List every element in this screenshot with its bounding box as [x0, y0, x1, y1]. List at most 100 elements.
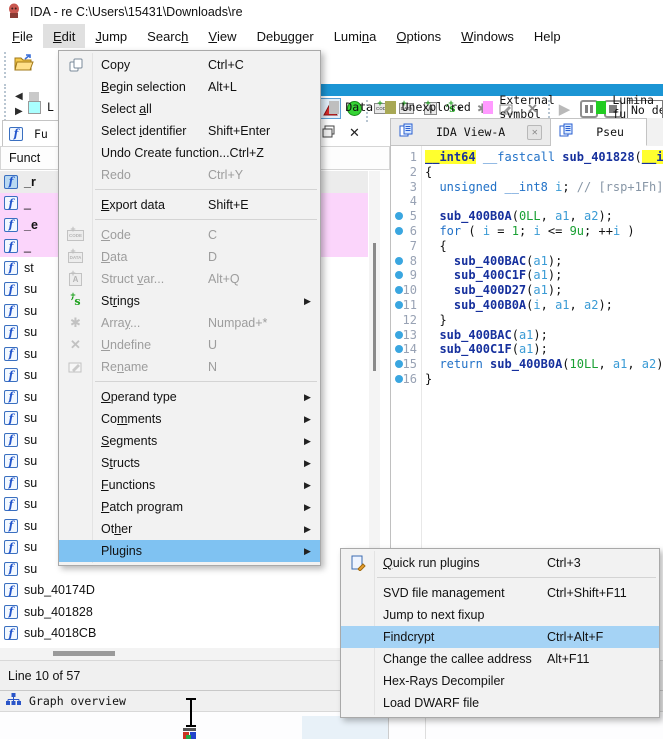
menu-item-label: Strings — [92, 294, 208, 308]
menu-item-label: Hex-Rays Decompiler — [374, 674, 547, 688]
toolbar-grip-2[interactable] — [4, 84, 6, 124]
close-tab-icon[interactable]: ✕ — [527, 125, 542, 140]
open-file-button[interactable] — [13, 52, 35, 74]
plugins-menu-item-svd-file-management[interactable]: SVD file managementCtrl+Shift+F11 — [341, 582, 659, 604]
menu-options[interactable]: Options — [386, 24, 451, 48]
code-line-16[interactable]: 16} — [391, 372, 663, 387]
code-text: return sub_400B0A(10LL, a1, a2); — [425, 357, 663, 372]
code-line-11[interactable]: 11 sub_400B0A(i, a1, a2); — [391, 298, 663, 313]
function-name: su — [24, 562, 37, 576]
line-number: 2 — [391, 165, 417, 180]
code-line-13[interactable]: 13 sub_400BAC(a1); — [391, 328, 663, 343]
function-row[interactable]: fsub_401828 — [0, 601, 368, 623]
line-number: 4 — [391, 194, 417, 209]
function-row[interactable]: fsub_4018CB — [0, 623, 368, 645]
edit-menu-item-segments[interactable]: Segments▶ — [59, 430, 320, 452]
code-line-15[interactable]: 15 return sub_400B0A(10LL, a1, a2); — [391, 357, 663, 372]
code-text: unsigned __int8 i; // [rsp+1Fh] — [425, 180, 663, 195]
functions-vscrollbar-thumb[interactable] — [373, 243, 376, 371]
code-text: { — [425, 165, 432, 180]
function-name: su — [24, 454, 37, 468]
edit-menu-item-functions[interactable]: Functions▶ — [59, 474, 320, 496]
function-name: st — [24, 261, 34, 275]
bottom-divider-2 — [425, 716, 426, 739]
array-icon: ✱ — [59, 315, 92, 331]
edit-menu-item-strings[interactable]: ’s+Strings▶ — [59, 290, 320, 312]
function-icon: f — [4, 454, 18, 468]
menu-item-label: Export data — [92, 198, 208, 212]
menu-search[interactable]: Search — [137, 24, 198, 48]
menu-help[interactable]: Help — [524, 24, 571, 48]
plugins-submenu: Quick run pluginsCtrl+3 SVD file manageme… — [340, 548, 660, 718]
edit-menu-item-structs[interactable]: Structs▶ — [59, 452, 320, 474]
edit-menu-item-plugins[interactable]: Plugins▶ — [59, 540, 320, 562]
code-line-1[interactable]: 1__int64 __fastcall sub_401828(__in — [391, 150, 663, 165]
tab-ida-view-a[interactable]: IDA View-A ✕ — [391, 118, 551, 146]
edit-menu-item-select-all[interactable]: Select all — [59, 98, 320, 120]
legend-row: ionDataUnexploredExternal symbolLumina f… — [296, 99, 663, 115]
plugins-menu-item-findcrypt[interactable]: FindcryptCtrl+Alt+F — [341, 626, 659, 648]
plugins-menu-item-hex-rays-decompiler[interactable]: Hex-Rays Decompiler — [341, 670, 659, 692]
plugins-menu-item-jump-to-next-fixup[interactable]: Jump to next fixup — [341, 604, 659, 626]
function-icon: f — [4, 519, 18, 533]
forward-arrow-icon[interactable]: ▶ — [15, 106, 23, 117]
edit-menu-item-patch-program[interactable]: Patch program▶ — [59, 496, 320, 518]
line-number: 3 — [391, 180, 417, 195]
function-icon: f — [4, 368, 18, 382]
function-name: su — [24, 325, 37, 339]
code-line-8[interactable]: 8 sub_400BAC(a1); — [391, 254, 663, 269]
structvar-icon: A+ — [59, 273, 92, 286]
code-line-10[interactable]: 10 sub_400D27(a1); — [391, 283, 663, 298]
edit-menu-item-array: ✱Array...Numpad+* — [59, 312, 320, 334]
menu-jump[interactable]: Jump — [85, 24, 137, 48]
functions-hscrollbar[interactable] — [0, 648, 390, 660]
menu-debugger[interactable]: Debugger — [247, 24, 324, 48]
edit-menu-item-export-data[interactable]: Export dataShift+E — [59, 194, 320, 216]
plugins-menu-item-load-dwarf-file[interactable]: Load DWARF file — [341, 692, 659, 714]
tab-label: IDA View-A — [422, 125, 519, 139]
edit-menu-item-begin-selection[interactable]: Begin selectionAlt+L — [59, 76, 320, 98]
edit-menu-item-copy[interactable]: CopyCtrl+C — [59, 54, 320, 76]
line-number: 1 — [391, 150, 417, 165]
menu-lumina[interactable]: Lumina — [324, 24, 387, 48]
float-panel-icon[interactable] — [322, 125, 335, 143]
edit-menu-item-comments[interactable]: Comments▶ — [59, 408, 320, 430]
menu-view[interactable]: View — [198, 24, 246, 48]
code-text: } — [425, 313, 447, 328]
function-row[interactable]: fsub_40174D — [0, 580, 368, 602]
back-arrow-icon[interactable]: ◀ — [15, 91, 23, 102]
edit-menu-item-undo-create-function[interactable]: Undo Create function...Ctrl+Z — [59, 142, 320, 164]
menu-windows[interactable]: Windows — [451, 24, 524, 48]
legend-library-swatch — [28, 101, 41, 114]
function-icon: f — [4, 476, 18, 490]
edit-menu-item-operand-type[interactable]: Operand type▶ — [59, 386, 320, 408]
function-name: su — [24, 347, 37, 361]
menu-edit[interactable]: Edit — [43, 24, 85, 48]
plugins-menu-item-change-the-callee-address[interactable]: Change the callee addressAlt+F11 — [341, 648, 659, 670]
code-line-4[interactable]: 4 — [391, 194, 663, 209]
edit-menu-separator — [95, 189, 317, 190]
code-line-2[interactable]: 2{ — [391, 165, 663, 180]
code-line-7[interactable]: 7 { — [391, 239, 663, 254]
plugins-menu-item-quick-run-plugins[interactable]: Quick run pluginsCtrl+3 — [341, 552, 659, 574]
edit-menu-item-select-identifier[interactable]: Select identifierShift+Enter — [59, 120, 320, 142]
edit-menu-item-other[interactable]: Other▶ — [59, 518, 320, 540]
menu-file[interactable]: File — [2, 24, 43, 48]
code-line-14[interactable]: 14 sub_400C1F(a1); — [391, 342, 663, 357]
tab-pseu[interactable]: Pseu — [551, 118, 647, 146]
toolbar-grip[interactable] — [4, 52, 6, 78]
function-name: su — [24, 519, 37, 533]
menu-item-label: Quick run plugins — [374, 556, 547, 570]
code-line-6[interactable]: 6 for ( i = 1; i <= 9u; ++i ) — [391, 224, 663, 239]
functions-hscrollbar-thumb[interactable] — [53, 651, 115, 656]
editor-tab-bar: IDA View-A ✕ Pseu — [391, 118, 663, 146]
legend-label-unexplored: Unexplored — [402, 100, 471, 114]
menu-item-label: Code — [92, 228, 208, 242]
menu-item-label: Operand type — [92, 390, 208, 404]
code-line-12[interactable]: 12 } — [391, 313, 663, 328]
code-line-5[interactable]: 5 sub_400B0A(0LL, a1, a2); — [391, 209, 663, 224]
code-line-3[interactable]: 3 unsigned __int8 i; // [rsp+1Fh] — [391, 180, 663, 195]
function-icon: f — [4, 175, 18, 189]
close-panel-icon[interactable]: ✕ — [349, 125, 360, 143]
code-line-9[interactable]: 9 sub_400C1F(a1); — [391, 268, 663, 283]
